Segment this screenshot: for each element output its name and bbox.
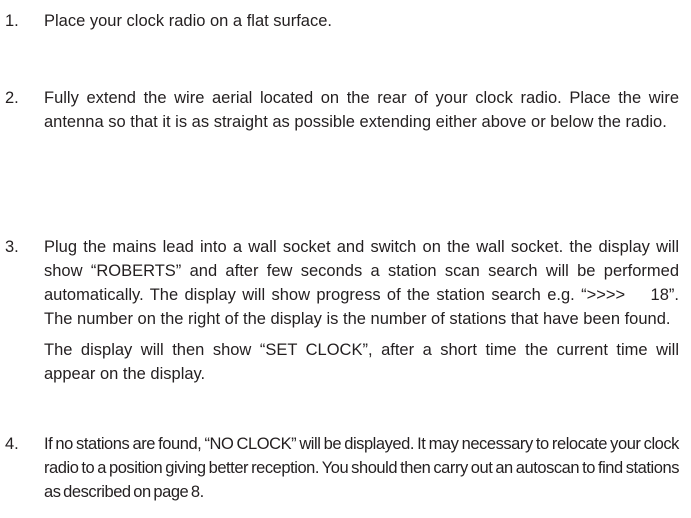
step-body: If no stations are found, “NO CLOCK” wil… [44,432,679,504]
step-paragraph: Plug the mains lead into a wall socket a… [44,238,684,328]
step-paragraph: If no stations are found, “NO CLOCK” wil… [44,435,679,501]
step-paragraph: Fully extend the wire aerial located on … [44,89,679,131]
instruction-list: 1. Place your clock radio on a flat surf… [0,0,691,518]
step-body: Plug the mains lead into a wall socket a… [44,235,679,386]
step-paragraph: The display will then show “SET CLOCK”, … [44,341,679,383]
step-number: 4. [5,435,19,453]
step-body: Fully extend the wire aerial located on … [44,86,679,134]
step-number: 3. [5,238,19,256]
step-body: Place your clock radio on a flat surface… [44,9,679,33]
step-paragraph: Place your clock radio on a flat surface… [44,12,332,30]
step-number: 1. [5,12,19,30]
step-number: 2. [5,89,19,107]
